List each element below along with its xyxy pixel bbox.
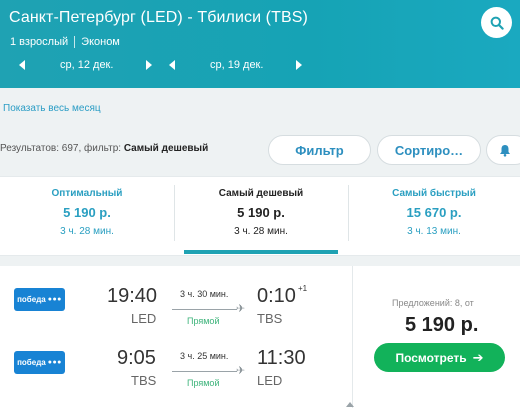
tab-title: Самый дешевый [218, 188, 304, 199]
view-offer-button[interactable]: Посмотреть ➔ [374, 343, 505, 372]
return-date[interactable]: ср, 19 дек. [210, 59, 263, 71]
airline-name: победа [17, 295, 46, 304]
next-return-date-icon[interactable] [296, 60, 302, 70]
sort-button[interactable]: Сортиро… [377, 135, 481, 165]
tab-price: 15 670 р. [406, 205, 462, 220]
arrow-right-icon: ➔ [472, 349, 484, 365]
plane-icon: ✈ [236, 303, 246, 315]
airline-name: победа [17, 358, 46, 367]
tab-optimal[interactable]: Оптимальный 5 190 р. 3 ч. 28 мин. [0, 177, 174, 257]
cabin-label[interactable]: Эконом [81, 36, 120, 48]
outbound-departure-time: 19:40 [107, 285, 158, 307]
filter-button[interactable]: Фильтр [268, 135, 371, 165]
inbound-departure-time: 9:05 [117, 347, 156, 369]
tab-price: 5 190 р. [63, 205, 111, 220]
tab-title: Оптимальный [51, 188, 123, 199]
date-selector: ср, 12 дек. ср, 19 дек. [0, 56, 330, 76]
bell-icon [500, 144, 510, 157]
offers-count: Предложений: 8, от [392, 298, 474, 308]
inbound-arrival-code: LED [257, 373, 283, 388]
outbound-stops: Прямой [187, 316, 220, 326]
outbound-date[interactable]: ср, 12 дек. [60, 59, 113, 71]
inbound-route-line [172, 371, 237, 372]
tab-cheapest[interactable]: Самый дешевый 5 190 р. 3 ч. 28 мин. [174, 177, 348, 257]
next-outbound-date-icon[interactable] [146, 60, 152, 70]
plane-icon: ✈ [236, 365, 246, 377]
filter-button-label: Фильтр [295, 142, 344, 158]
inbound-stops: Прямой [187, 378, 220, 388]
search-params[interactable]: 1 взрослый Эконом [10, 36, 120, 48]
results-count: Результатов: 697, фильтр: [0, 143, 122, 154]
sort-button-label: Сортиро… [394, 142, 464, 158]
prev-return-date-icon[interactable] [169, 60, 175, 70]
tab-title: Самый быстрый [392, 188, 476, 199]
search-header: Санкт-Петербург (LED) - Тбилиси (TBS) 1 … [0, 0, 520, 88]
tab-fastest[interactable]: Самый быстрый 15 670 р. 3 ч. 13 мин. [348, 177, 520, 257]
tab-duration: 3 ч. 13 мин. [407, 226, 461, 237]
results-summary: Результатов: 697, фильтр: Самый дешевый [0, 143, 208, 154]
params-divider [74, 36, 76, 48]
result-price: 5 190 р. [405, 314, 479, 336]
inbound-arrival-time: 11:30 [257, 347, 306, 369]
airline-logo: победа ●●● [14, 351, 65, 374]
outbound-arrival-code: TBS [257, 311, 283, 326]
active-filter: Самый дешевый [123, 143, 209, 154]
scroll-up-icon[interactable] [346, 402, 354, 407]
active-tab-indicator [184, 250, 338, 254]
search-button[interactable] [481, 7, 512, 38]
tab-price: 5 190 р. [237, 205, 285, 220]
airline-logo: победа ●●● [14, 288, 65, 311]
notify-button[interactable] [486, 135, 520, 165]
outbound-duration: 3 ч. 30 мин. [180, 289, 229, 299]
outbound-arrival-time: 0:10 [257, 285, 296, 307]
inbound-departure-code: TBS [131, 373, 157, 388]
search-icon [490, 16, 504, 30]
outbound-departure-code: LED [131, 311, 157, 326]
route-title: Санкт-Петербург (LED) - Тбилиси (TBS) [9, 9, 308, 26]
show-month-link[interactable]: Показать весь месяц [3, 103, 101, 114]
day-offset: +1 [298, 284, 308, 293]
passengers-label[interactable]: 1 взрослый [10, 36, 68, 48]
card-divider [352, 266, 353, 408]
outbound-route-line [172, 309, 237, 310]
tab-duration: 3 ч. 28 мин. [234, 226, 288, 237]
inbound-duration: 3 ч. 25 мин. [180, 351, 229, 361]
sort-tabs: Оптимальный 5 190 р. 3 ч. 28 мин. Самый … [0, 176, 520, 256]
prev-outbound-date-icon[interactable] [19, 60, 25, 70]
view-offer-label: Посмотреть [395, 350, 467, 365]
tab-duration: 3 ч. 28 мин. [60, 226, 114, 237]
